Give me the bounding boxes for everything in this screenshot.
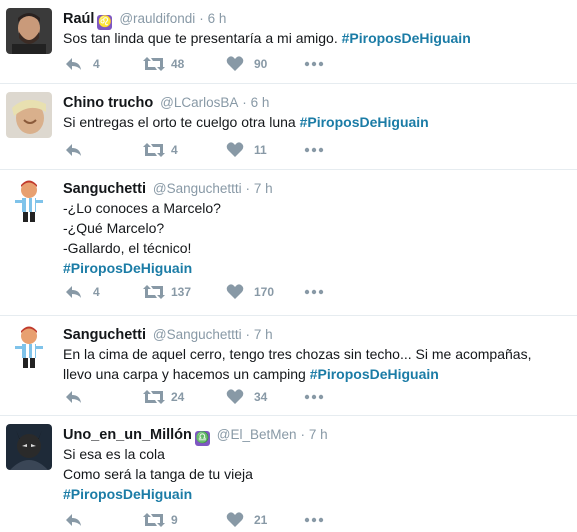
display-name[interactable]: Uno_en_un_Millón (63, 427, 192, 443)
tweet-text-line: llevo una carpa y hacemos un camping (63, 366, 306, 382)
reply-icon (66, 514, 81, 526)
like-count: 170 (254, 285, 275, 299)
tweet-text-line: -Gallardo, el técnico! (63, 240, 192, 256)
like-count: 90 (254, 57, 268, 71)
more-dots-icon (304, 61, 324, 67)
retweet-count: 137 (171, 285, 192, 299)
tweet-header: Chino trucho @LCarlosBA · 6 h (63, 92, 573, 112)
user-handle[interactable]: @rauldifondi (119, 11, 195, 26)
separator-dot: · (245, 181, 251, 196)
tweet-header: Sanguchetti @Sanguchettti · 7 h (63, 178, 573, 198)
tweet-header: Uno_en_un_Millón ♎ @El_BetMen · 7 h (63, 424, 573, 446)
retweet-count: 48 (171, 57, 185, 71)
avatar[interactable] (6, 92, 52, 138)
avatar[interactable] (6, 324, 52, 370)
retweet-icon (143, 57, 165, 71)
user-handle[interactable]: @El_BetMen (217, 427, 297, 442)
separator-dot: · (300, 427, 305, 442)
tweet-text-line: -¿Qué Marcelo? (63, 220, 165, 236)
tweet[interactable]: Chino trucho @LCarlosBA · 6 h Si entrega… (0, 84, 577, 170)
reply-icon (66, 391, 81, 403)
display-name[interactable]: Sanguchetti (63, 181, 146, 197)
display-name[interactable]: Sanguchetti (63, 327, 146, 343)
tweet-header: Raúl ♌ @rauldifondi · 6 h (63, 8, 573, 30)
retweet-icon (143, 143, 165, 157)
retweet-icon (143, 285, 165, 299)
tweet-actions: 9 21 (63, 510, 563, 530)
zodiac-badge-icon: ♎ (194, 431, 210, 446)
reply-icon (66, 144, 81, 156)
avatar[interactable] (6, 8, 52, 54)
tweet-text-line: Si entregas el orto te cuelgo otra luna (63, 114, 296, 130)
avatar[interactable] (6, 178, 52, 224)
reply-icon (66, 58, 81, 70)
retweet-icon (143, 390, 165, 404)
tweet-text-line: Sos tan linda que te presentaría a mi am… (63, 30, 338, 46)
hashtag-link[interactable]: #PiroposDeHiguain (63, 258, 573, 278)
tweet-text: -¿Lo conoces a Marcelo? -¿Qué Marcelo? -… (63, 198, 573, 278)
more-dots-icon (304, 394, 324, 400)
like-count: 34 (254, 390, 268, 404)
tweet-header: Sanguchetti @Sanguchettti · 7 h (63, 324, 573, 344)
tweet-text-line: -¿Lo conoces a Marcelo? (63, 200, 221, 216)
avatar[interactable] (6, 424, 52, 470)
tweet-text: Si esa es la cola Como será la tanga de … (63, 444, 573, 504)
user-handle[interactable]: @Sanguchettti (153, 181, 242, 196)
separator-dot: · (242, 95, 247, 110)
more-dots-icon (304, 147, 324, 153)
user-handle[interactable]: @LCarlosBA (160, 95, 238, 110)
tweet[interactable]: Uno_en_un_Millón ♎ @El_BetMen · 7 h Si es… (0, 416, 577, 532)
reply-icon (66, 286, 81, 298)
timestamp[interactable]: 6 h (208, 11, 227, 26)
reply-count: 4 (93, 285, 100, 299)
timestamp[interactable]: 7 h (309, 427, 328, 442)
heart-icon (226, 512, 244, 527)
tweet-text-line: En la cima de aquel cerro, tengo tres ch… (63, 346, 532, 362)
timestamp[interactable]: 6 h (251, 95, 270, 110)
retweet-count: 9 (171, 513, 178, 527)
timestamp[interactable]: 7 h (254, 181, 273, 196)
tweet-text-line: Si esa es la cola (63, 446, 165, 462)
heart-icon (226, 284, 244, 299)
tweet-text-line: Como será la tanga de tu vieja (63, 466, 253, 482)
tweet-text: Sos tan linda que te presentaría a mi am… (63, 28, 573, 48)
hashtag-link[interactable]: #PiroposDeHiguain (342, 30, 471, 46)
retweet-icon (143, 513, 165, 527)
tweet[interactable]: Sanguchetti @Sanguchettti · 7 h -¿Lo con… (0, 170, 577, 316)
display-name[interactable]: Raúl (63, 11, 94, 27)
more-dots-icon (304, 289, 324, 295)
heart-icon (226, 56, 244, 71)
hashtag-link[interactable]: #PiroposDeHiguain (300, 114, 429, 130)
reply-count: 4 (93, 57, 100, 71)
retweet-count: 4 (171, 143, 178, 157)
tweet[interactable]: Raúl ♌ @rauldifondi · 6 h Sos tan linda q… (0, 0, 577, 84)
hashtag-link[interactable]: #PiroposDeHiguain (310, 366, 439, 382)
heart-icon (226, 142, 244, 157)
tweet-actions: 4 48 90 (63, 54, 563, 74)
like-count: 11 (254, 143, 267, 157)
like-count: 21 (254, 513, 268, 527)
tweet[interactable]: Sanguchetti @Sanguchettti · 7 h En la ci… (0, 316, 577, 416)
tweet-text: En la cima de aquel cerro, tengo tres ch… (63, 344, 573, 384)
timestamp[interactable]: 7 h (254, 327, 273, 342)
tweet-actions: 24 34 (63, 387, 563, 407)
heart-icon (226, 389, 244, 404)
separator-dot: · (245, 327, 251, 342)
hashtag-link[interactable]: #PiroposDeHiguain (63, 484, 573, 504)
retweet-count: 24 (171, 390, 185, 404)
display-name[interactable]: Chino trucho (63, 95, 153, 111)
tweet-text: Si entregas el orto te cuelgo otra luna … (63, 112, 573, 132)
tweet-actions: 4 11 (63, 140, 563, 160)
more-dots-icon (304, 517, 324, 523)
tweet-actions: 4 137 170 (63, 282, 563, 302)
separator-dot: · (199, 11, 204, 26)
user-handle[interactable]: @Sanguchettti (153, 327, 242, 342)
